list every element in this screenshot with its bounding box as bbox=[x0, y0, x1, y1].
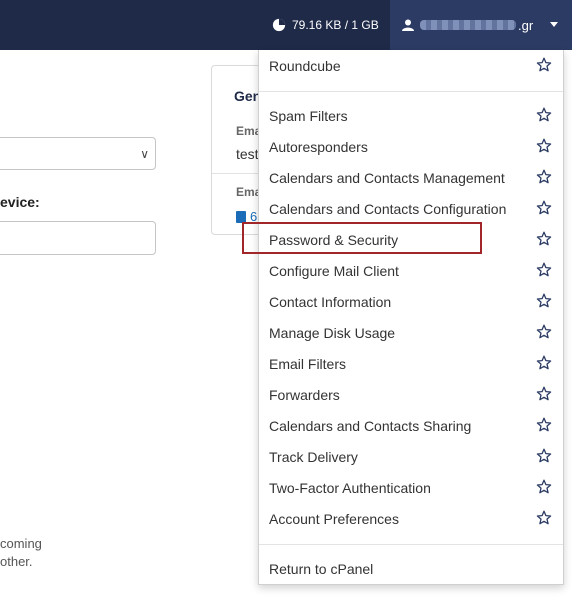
menu-item-email-filters[interactable]: Email Filters bbox=[259, 348, 563, 379]
menu-item-label: Account Preferences bbox=[269, 510, 399, 527]
menu-item-contact-information[interactable]: Contact Information bbox=[259, 286, 563, 317]
menu-item-label: Calendars and Contacts Configuration bbox=[269, 200, 507, 217]
star-icon[interactable] bbox=[536, 107, 552, 123]
menu-item-spam-filters[interactable]: Spam Filters bbox=[259, 100, 563, 131]
star-icon[interactable] bbox=[536, 200, 552, 216]
device-label: evice: bbox=[0, 194, 40, 210]
star-icon[interactable] bbox=[536, 510, 552, 526]
menu-item-account-preferences[interactable]: Account Preferences bbox=[259, 503, 563, 534]
star-icon[interactable] bbox=[536, 57, 552, 73]
menu-item-label: Calendars and Contacts Management bbox=[269, 169, 505, 186]
help-text-line-1: coming bbox=[0, 536, 42, 551]
star-icon[interactable] bbox=[536, 479, 552, 495]
menu-divider bbox=[259, 91, 563, 92]
star-icon[interactable] bbox=[536, 355, 552, 371]
chevron-down-icon: ∨ bbox=[140, 147, 149, 161]
star-icon[interactable] bbox=[536, 324, 552, 340]
background-help-text: coming other. bbox=[0, 535, 42, 571]
star-icon[interactable] bbox=[536, 293, 552, 309]
menu-item-autoresponders[interactable]: Autoresponders bbox=[259, 131, 563, 162]
menu-item-return-to-cpanel[interactable]: Return to cPanel bbox=[259, 553, 563, 584]
highlight-box bbox=[242, 222, 482, 254]
menu-divider bbox=[259, 544, 563, 545]
user-menu-toggle[interactable]: .gr bbox=[390, 0, 572, 50]
username-suffix: .gr bbox=[518, 17, 534, 33]
document-icon bbox=[236, 210, 246, 223]
menu-item-label: Roundcube bbox=[269, 57, 341, 74]
menu-item-label: Two-Factor Authentication bbox=[269, 479, 431, 496]
pie-chart-icon bbox=[272, 18, 286, 32]
top-bar: 79.16 KB / 1 GB .gr bbox=[0, 0, 572, 50]
menu-item-label: Email Filters bbox=[269, 355, 347, 372]
menu-item-label: Spam Filters bbox=[269, 107, 348, 124]
menu-item-label: Contact Information bbox=[269, 293, 392, 310]
star-icon[interactable] bbox=[536, 138, 552, 154]
star-icon[interactable] bbox=[536, 262, 552, 278]
menu-item-label: Manage Disk Usage bbox=[269, 324, 396, 341]
user-dropdown-menu: Roundcube Spam Filters Autoresponders Cale… bbox=[258, 50, 564, 585]
star-icon[interactable] bbox=[536, 448, 552, 464]
star-icon[interactable] bbox=[536, 386, 552, 402]
redacted-username bbox=[420, 20, 516, 30]
menu-item-configure-mail-client[interactable]: Configure Mail Client bbox=[259, 255, 563, 286]
background-text-input[interactable] bbox=[0, 221, 156, 255]
menu-item-label: Forwarders bbox=[269, 386, 340, 403]
star-icon[interactable] bbox=[536, 169, 552, 185]
menu-item-label: Return to cPanel bbox=[269, 560, 374, 577]
menu-item-calendars-and-contacts-configuration[interactable]: Calendars and Contacts Configuration bbox=[259, 193, 563, 224]
star-icon[interactable] bbox=[536, 231, 552, 247]
menu-item-forwarders[interactable]: Forwarders bbox=[259, 379, 563, 410]
menu-item-calendars-and-contacts-management[interactable]: Calendars and Contacts Management bbox=[259, 162, 563, 193]
menu-item-roundcube[interactable]: Roundcube bbox=[259, 50, 563, 81]
menu-item-label: Autoresponders bbox=[269, 138, 368, 155]
help-text-line-2: other. bbox=[0, 554, 33, 569]
card-value-email: test bbox=[236, 146, 259, 162]
star-icon[interactable] bbox=[536, 417, 552, 433]
menu-item-label: Calendars and Contacts Sharing bbox=[269, 417, 472, 434]
menu-item-two-factor-authentication[interactable]: Two-Factor Authentication bbox=[259, 472, 563, 503]
disk-usage-indicator[interactable]: 79.16 KB / 1 GB bbox=[258, 0, 390, 50]
menu-item-manage-disk-usage[interactable]: Manage Disk Usage bbox=[259, 317, 563, 348]
background-select[interactable]: ∨ bbox=[0, 137, 156, 170]
menu-item-calendars-and-contacts-sharing[interactable]: Calendars and Contacts Sharing bbox=[259, 410, 563, 441]
menu-item-label: Track Delivery bbox=[269, 448, 358, 465]
caret-down-icon bbox=[550, 22, 558, 27]
user-icon bbox=[402, 19, 414, 31]
menu-item-label: Configure Mail Client bbox=[269, 262, 399, 279]
menu-item-track-delivery[interactable]: Track Delivery bbox=[259, 441, 563, 472]
disk-usage-text: 79.16 KB / 1 GB bbox=[292, 18, 379, 32]
